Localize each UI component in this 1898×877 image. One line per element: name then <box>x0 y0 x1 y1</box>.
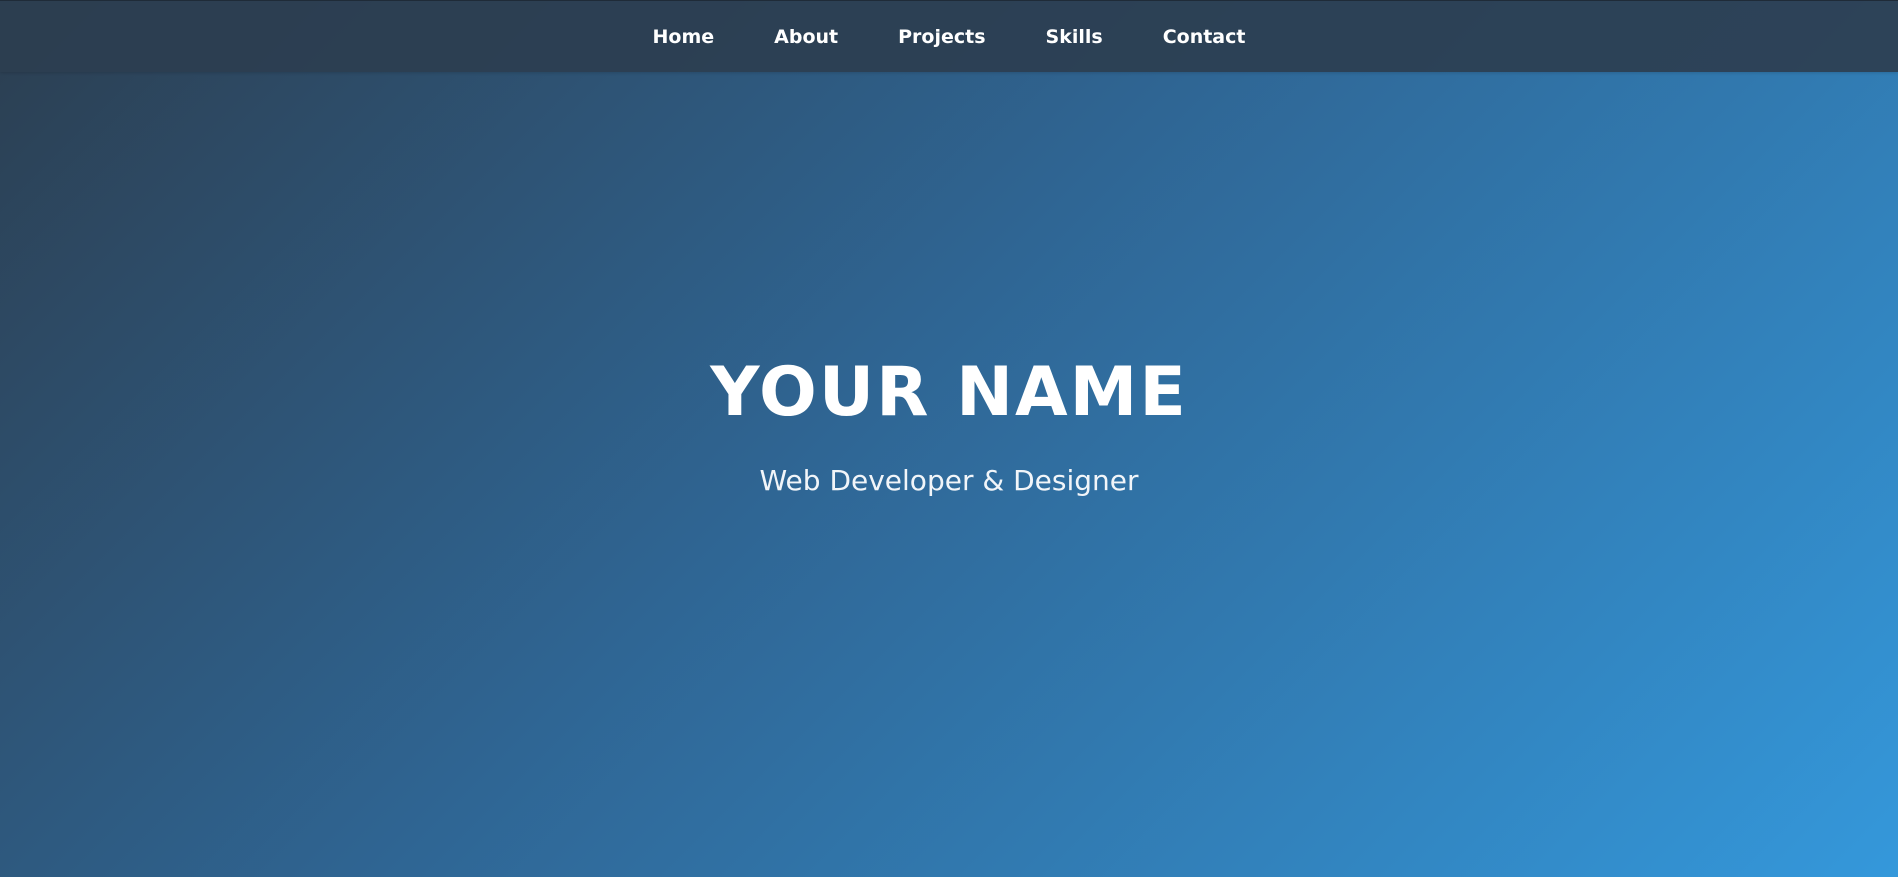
nav-list: Home About Projects Skills Contact <box>623 18 1276 56</box>
nav-link-skills[interactable]: Skills <box>1016 18 1133 56</box>
hero-section: YOUR NAME Web Developer & Designer <box>0 72 1898 877</box>
nav-link-contact[interactable]: Contact <box>1133 18 1276 56</box>
nav-link-home[interactable]: Home <box>623 18 745 56</box>
nav-item-projects: Projects <box>868 18 1015 56</box>
hero-title: YOUR NAME <box>710 352 1188 432</box>
nav-item-about: About <box>744 18 868 56</box>
nav-item-skills: Skills <box>1016 18 1133 56</box>
nav-link-projects[interactable]: Projects <box>868 18 1015 56</box>
nav-link-about[interactable]: About <box>744 18 868 56</box>
hero-subtitle: Web Developer & Designer <box>759 464 1139 498</box>
nav-item-home: Home <box>623 18 745 56</box>
navbar: Home About Projects Skills Contact <box>0 0 1898 72</box>
nav-item-contact: Contact <box>1133 18 1276 56</box>
